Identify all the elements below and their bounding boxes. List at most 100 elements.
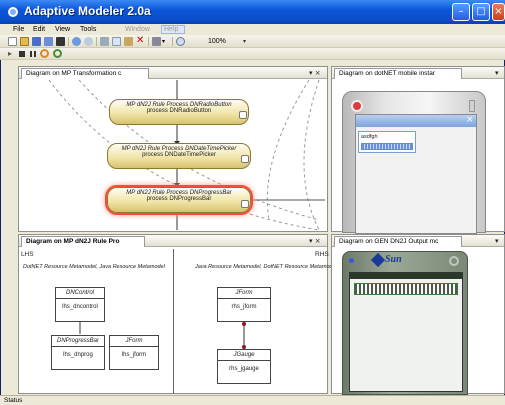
- menu-view[interactable]: View: [55, 24, 70, 35]
- open-folder-icon[interactable]: [20, 37, 29, 46]
- uml-box-header: DNProgressBar: [52, 336, 104, 347]
- sun-device-screen: [349, 272, 463, 392]
- menu-help[interactable]: Help: [164, 24, 178, 35]
- dashed-arc: [303, 80, 320, 231]
- close-button[interactable]: ×: [492, 3, 505, 21]
- tab-transformation-diagram[interactable]: Diagram on MP Transformation c: [21, 68, 149, 79]
- rule-node-progressbar[interactable]: MP dN2J Rule Process DNProgressBar proce…: [107, 187, 251, 213]
- rule-node-radiobutton[interactable]: MP dN2J Rule Process DNRadioButton proce…: [109, 99, 249, 125]
- uml-box-lhs-jform[interactable]: JForm lhs_jform: [109, 335, 159, 370]
- save-icon[interactable]: [32, 37, 41, 46]
- pane-rule-process: Diagram on MP dN2J Rule Pro ▾ × LHS RHS …: [18, 234, 337, 394]
- redo-icon[interactable]: [84, 37, 93, 46]
- menu-tools[interactable]: Tools: [80, 24, 96, 35]
- toolbar-separator: [172, 37, 173, 46]
- save-all-icon[interactable]: [44, 37, 53, 46]
- device-menu-button-icon: [449, 256, 459, 266]
- uml-box-header: JGauge: [218, 350, 270, 361]
- tab-output-model[interactable]: Diagram on GEN DN2J Output mc: [334, 236, 462, 247]
- stop-icon[interactable]: [19, 51, 25, 57]
- pane-output-model: Diagram on GEN DN2J Output mc ▾ Sun: [331, 234, 505, 395]
- pane-controls[interactable]: ▾: [495, 236, 499, 246]
- refresh-icon[interactable]: [40, 49, 49, 58]
- node-checkbox[interactable]: [239, 111, 247, 119]
- device-progress-bar: [361, 143, 413, 150]
- zoom-level[interactable]: 100%: [208, 36, 226, 47]
- play-icon[interactable]: ▸: [8, 49, 12, 59]
- pane-header: Diagram on GEN DN2J Output mc ▾: [332, 235, 504, 247]
- uml-box-header: JForm: [218, 288, 270, 299]
- layout-icon[interactable]: [152, 37, 161, 46]
- association-dot: [242, 322, 246, 326]
- sun-logo-diamond: [370, 252, 386, 268]
- device-led-icon: [349, 258, 354, 263]
- undo-icon[interactable]: [72, 37, 81, 46]
- pane-mobile-instance: Diagram on dotNET mobile instar ▾ × asdf…: [331, 66, 505, 234]
- menu-bar: File Edit View Tools Window Help: [0, 24, 505, 35]
- zoom-icon[interactable]: [176, 37, 185, 46]
- uml-box-header: DNControl: [56, 288, 104, 299]
- print-icon[interactable]: [56, 37, 65, 46]
- uml-box-jgauge[interactable]: JGauge rhs_jgauge: [217, 349, 271, 384]
- device-form: asdfgh: [358, 131, 416, 153]
- cut-icon[interactable]: [100, 37, 109, 46]
- uml-box-header: JForm: [110, 336, 158, 347]
- device-text: asdfgh: [361, 134, 378, 140]
- uml-box-body: lhs_dncontrol: [62, 304, 98, 310]
- toolbar-separator: [68, 37, 69, 46]
- pause-icon-bar: [34, 51, 36, 57]
- new-file-icon[interactable]: [8, 37, 17, 46]
- rule-node-title: MP dN2J Rule Process DNDateTimePicker: [121, 146, 237, 152]
- pane-header: Diagram on dotNET mobile instar ▾: [332, 67, 504, 79]
- status-bar: [0, 395, 505, 405]
- toolbar-separator: [148, 37, 149, 46]
- copy-icon[interactable]: [112, 37, 121, 46]
- uml-box-rhs-jform[interactable]: JForm rhs_jform: [217, 287, 271, 322]
- device-status-strip: [350, 273, 462, 279]
- rule-node-subtitle: process DNRadioButton: [146, 108, 212, 114]
- run-toolbar: ▸: [0, 48, 505, 60]
- minimize-button[interactable]: –: [452, 3, 470, 21]
- device-titlebar: [356, 115, 476, 127]
- pause-icon[interactable]: [30, 51, 32, 57]
- uml-box-body: lhs_dnprog: [63, 352, 93, 358]
- sun-device-frame: Sun: [342, 251, 468, 395]
- device-power-icon: [351, 100, 363, 112]
- menu-edit[interactable]: Edit: [33, 24, 45, 35]
- pane-transformation-diagram: Diagram on MP Transformation c ▾ × MP dN…: [18, 66, 328, 232]
- device-side-button: [469, 100, 475, 112]
- delete-icon[interactable]: ✕: [136, 35, 144, 47]
- rule-node-datetimepicker[interactable]: MP dN2J Rule Process DNDateTimePicker pr…: [107, 143, 251, 169]
- uml-box-body: rhs_jgauge: [229, 366, 259, 372]
- uml-box-dnprogressbar[interactable]: DNProgressBar lhs_dnprog: [51, 335, 105, 370]
- gauge-bar: [354, 283, 458, 295]
- layout-dropdown-icon[interactable]: ▾: [162, 37, 165, 46]
- title-bar[interactable]: Adaptive Modeler 2.0a – □ ×: [0, 0, 505, 24]
- pane-controls[interactable]: ▾ ×: [309, 68, 321, 78]
- rule-node-title: MP dN2J Rule Process DNProgressBar: [126, 190, 232, 196]
- main-toolbar: ✕ ▾ 100% ▾: [0, 35, 505, 48]
- rule-node-subtitle: process DNProgressBar: [146, 196, 212, 202]
- dashed-arc: [266, 80, 310, 221]
- status-text: Status: [4, 397, 23, 404]
- toolbar-separator: [96, 37, 97, 46]
- menu-window[interactable]: Window: [125, 24, 150, 35]
- node-checkbox[interactable]: [241, 200, 249, 208]
- pane-header: Diagram on MP Transformation c ▾ ×: [19, 67, 327, 79]
- menu-file[interactable]: File: [13, 24, 24, 35]
- reload-icon[interactable]: [53, 49, 62, 58]
- uml-box-dncontrol[interactable]: DNControl lhs_dncontrol: [55, 287, 105, 322]
- tab-mobile-instance[interactable]: Diagram on dotNET mobile instar: [334, 68, 462, 79]
- device-screen: × asdfgh: [355, 114, 477, 234]
- rule-node-subtitle: process DNDateTimePicker: [142, 152, 216, 158]
- pane-controls[interactable]: ▾: [495, 68, 499, 78]
- maximize-button[interactable]: □: [472, 3, 490, 21]
- sun-logo: Sun: [385, 254, 402, 265]
- app-icon: [8, 7, 18, 17]
- zoom-dropdown-icon[interactable]: ▾: [240, 37, 249, 46]
- uml-box-body: lhs_jform: [121, 352, 147, 358]
- device-close-icon[interactable]: ×: [466, 115, 474, 126]
- node-checkbox[interactable]: [241, 155, 249, 163]
- uml-box-body: rhs_jform: [231, 304, 257, 310]
- paste-icon[interactable]: [124, 37, 133, 46]
